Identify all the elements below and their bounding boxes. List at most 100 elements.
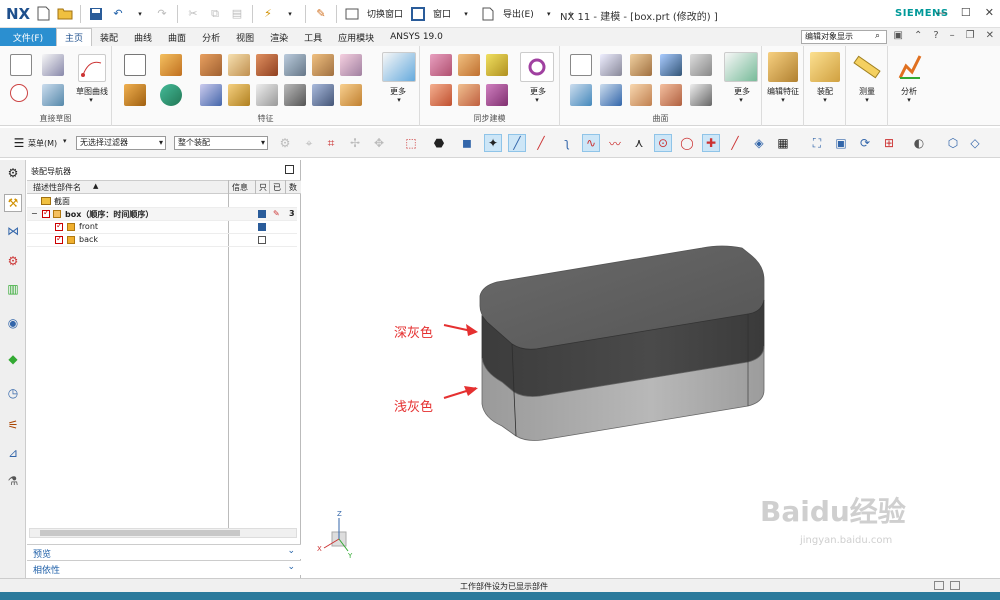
revolve-icon[interactable] xyxy=(124,84,146,106)
dropdown-icon[interactable]: ▾ xyxy=(862,96,872,104)
dropdown-icon[interactable]: ▾ xyxy=(540,5,558,23)
chamfer-icon[interactable] xyxy=(284,84,306,106)
intersection-point-icon[interactable]: ∿ xyxy=(582,134,600,152)
sketch-icon[interactable] xyxy=(10,54,32,76)
delete-face-icon[interactable] xyxy=(458,84,480,106)
circle-center-icon[interactable]: ⊙ xyxy=(654,134,672,152)
deselect-icon[interactable]: ✥ xyxy=(370,134,388,152)
close-icon[interactable]: ✕ xyxy=(985,6,994,19)
checkbox-icon[interactable] xyxy=(42,208,50,218)
trim-body-icon[interactable] xyxy=(228,84,250,106)
status-toggle-icon[interactable] xyxy=(934,581,944,590)
more-feature-icon[interactable] xyxy=(382,52,416,82)
doc-minimize-icon[interactable]: – xyxy=(950,30,955,41)
block-icon[interactable] xyxy=(200,54,222,76)
web-browser-icon[interactable]: ◉ xyxy=(4,314,22,332)
end-point-icon[interactable]: ╱ xyxy=(508,134,526,152)
dropdown-icon[interactable]: ▾ xyxy=(394,96,404,104)
collapse-ribbon-icon[interactable]: ⌃ xyxy=(914,30,922,41)
selection-filter-combo[interactable]: 无选择过滤器 xyxy=(76,136,166,150)
help-icon[interactable]: ? xyxy=(933,30,938,41)
chevron-down-icon[interactable]: ⌄ xyxy=(287,546,295,556)
sphere-icon[interactable] xyxy=(160,84,182,106)
quadrant-point-icon[interactable]: ◯ xyxy=(678,134,696,152)
tab-surface[interactable]: 曲面 xyxy=(160,28,194,46)
rectangle-select-icon[interactable]: ⬚ xyxy=(402,134,420,152)
n-sided-surface-icon[interactable] xyxy=(600,84,622,106)
solid-body-icon[interactable]: ⬣ xyxy=(430,134,448,152)
sketch-curve-icon[interactable] xyxy=(78,54,106,82)
tab-analysis[interactable]: 分析 xyxy=(194,28,228,46)
open-folder-icon[interactable] xyxy=(56,5,74,23)
snap-points-icon[interactable]: ✦ xyxy=(484,134,502,152)
trim-sheet-icon[interactable] xyxy=(630,84,652,106)
orient-view-icon[interactable]: ⊞ xyxy=(880,134,898,152)
export-icon[interactable] xyxy=(479,5,497,23)
rotate-icon[interactable]: ⟳ xyxy=(856,134,874,152)
sketch-task-icon[interactable] xyxy=(42,54,64,76)
draft-icon[interactable] xyxy=(340,54,362,76)
ribbon-options-icon[interactable]: ▣ xyxy=(893,30,902,41)
dropdown-icon[interactable]: ▾ xyxy=(131,5,149,23)
cut-icon[interactable]: ✂ xyxy=(184,5,202,23)
dropdown-icon[interactable]: ▾ xyxy=(904,96,914,104)
selection-intent-icon[interactable]: ⌗ xyxy=(322,134,340,152)
settings-icon[interactable]: ⚙ xyxy=(4,164,22,182)
profile-icon[interactable] xyxy=(42,84,64,106)
table-row[interactable]: front xyxy=(27,221,297,234)
work-layer-icon[interactable]: ⬡ xyxy=(944,134,962,152)
doc-restore-icon[interactable]: ❐ xyxy=(966,30,975,41)
menu-button[interactable]: 菜单(M) xyxy=(28,138,57,149)
more-surface-icon[interactable] xyxy=(724,52,758,82)
preview-section[interactable]: 预览 ⌄ xyxy=(27,544,301,560)
minimize-icon[interactable]: — xyxy=(936,6,947,19)
curve-point-icon[interactable]: 〰 xyxy=(606,134,624,152)
grid-icon[interactable]: ▦ xyxy=(774,134,792,152)
move-face-icon[interactable] xyxy=(430,54,452,76)
window-menu-button[interactable]: 窗口 xyxy=(433,7,451,20)
reuse-library-icon[interactable]: ▥ xyxy=(4,280,22,298)
point-on-face-icon[interactable]: ◈ xyxy=(750,134,768,152)
paste-icon[interactable]: ▤ xyxy=(228,5,246,23)
dropdown-icon[interactable]: ▾ xyxy=(736,96,746,104)
offset-face-icon[interactable] xyxy=(340,84,362,106)
checkbox-icon[interactable] xyxy=(55,234,63,244)
tab-tools[interactable]: 工具 xyxy=(296,28,330,46)
thicken-icon[interactable] xyxy=(690,84,712,106)
pull-face-icon[interactable] xyxy=(458,54,480,76)
doc-close-icon[interactable]: ✕ xyxy=(986,30,994,41)
edit-feature-icon[interactable] xyxy=(768,52,798,82)
constraint-navigator-icon[interactable]: ⋈ xyxy=(4,222,22,240)
maximize-panel-icon[interactable] xyxy=(285,165,294,174)
mirror-icon[interactable] xyxy=(256,84,278,106)
snap-icon[interactable]: ⚙ xyxy=(276,134,294,152)
part-navigator-icon[interactable]: ⚙ xyxy=(4,252,22,270)
column-header-count[interactable]: 数 xyxy=(289,182,297,193)
tab-home[interactable]: 主页 xyxy=(56,28,93,46)
column-header-info[interactable]: 信息 xyxy=(232,182,248,193)
repeat-command-icon[interactable]: ⚡ xyxy=(259,5,277,23)
assembly-icon[interactable] xyxy=(810,52,840,82)
assembly-navigator-icon[interactable]: ⚒ xyxy=(4,194,22,212)
existing-point-icon[interactable]: ✚ xyxy=(702,134,720,152)
dropdown-icon[interactable]: ▾ xyxy=(778,96,788,104)
resize-blend-icon[interactable] xyxy=(486,84,508,106)
roles-icon[interactable]: ⚗ xyxy=(4,472,22,490)
save-icon[interactable] xyxy=(87,5,105,23)
four-point-surface-icon[interactable] xyxy=(570,54,592,76)
through-curves-icon[interactable] xyxy=(600,54,622,76)
tab-assembly[interactable]: 装配 xyxy=(92,28,126,46)
control-point-icon[interactable]: ʅ xyxy=(558,134,576,152)
horizontal-scrollbar[interactable] xyxy=(29,528,297,538)
dropdown-icon[interactable]: ▾ xyxy=(820,96,830,104)
menu-icon[interactable]: ☰ xyxy=(10,134,28,152)
replace-face-icon[interactable] xyxy=(430,84,452,106)
tab-view[interactable]: 视图 xyxy=(228,28,262,46)
collapse-icon[interactable]: − xyxy=(31,209,38,218)
tab-applications[interactable]: 应用模块 xyxy=(330,28,382,46)
show-hide-icon[interactable]: ◇ xyxy=(966,134,984,152)
extend-sheet-icon[interactable] xyxy=(660,84,682,106)
swoop-icon[interactable] xyxy=(690,54,712,76)
switch-window-button[interactable]: 切换窗口 xyxy=(367,7,403,20)
tab-ansys[interactable]: ANSYS 19.0 xyxy=(382,28,451,46)
